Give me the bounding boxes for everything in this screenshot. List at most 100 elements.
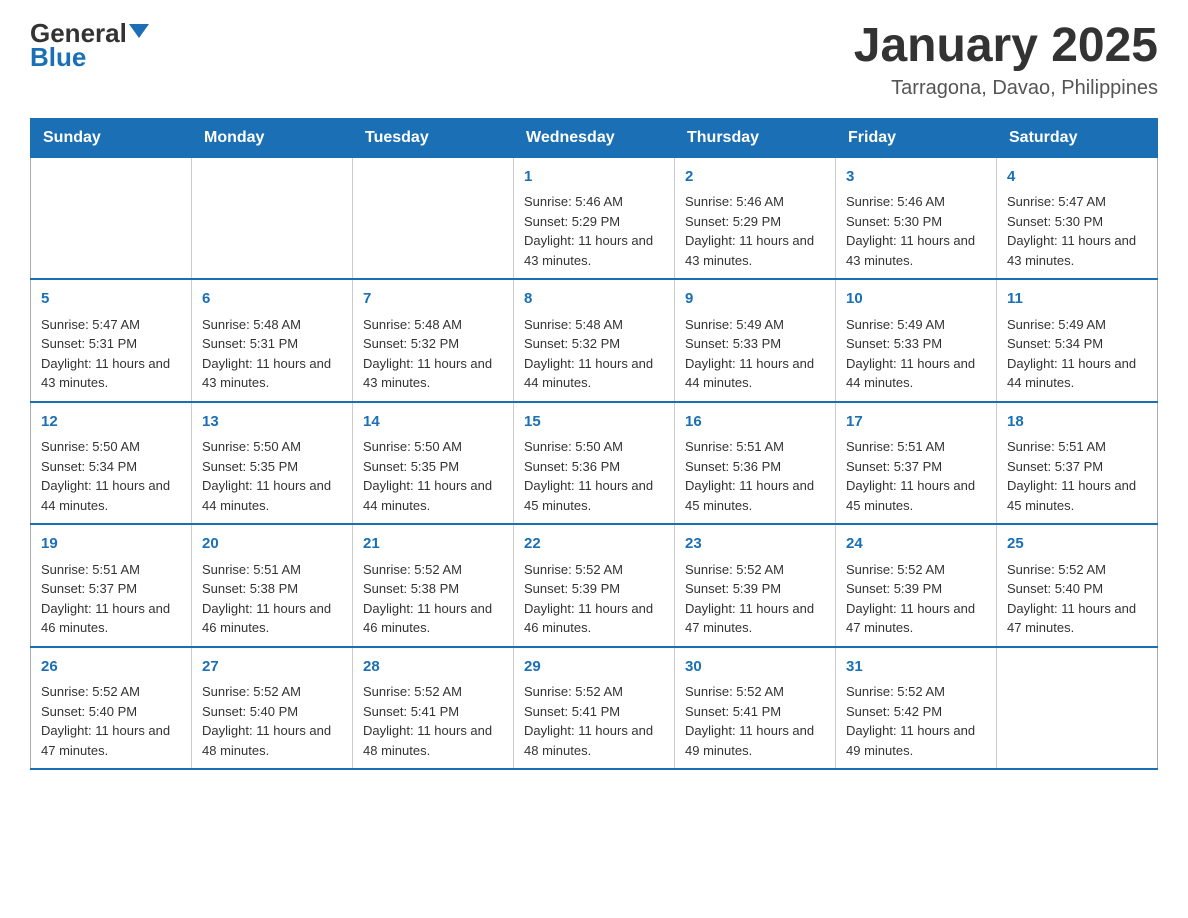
calendar-day-header: Thursday <box>675 118 836 157</box>
day-number: 7 <box>363 288 503 311</box>
day-number: 23 <box>685 533 825 556</box>
day-info: Sunrise: 5:50 AM Sunset: 5:35 PM Dayligh… <box>363 437 503 515</box>
calendar-cell: 1 Sunrise: 5:46 AM Sunset: 5:29 PM Daylig… <box>514 157 675 279</box>
day-number: 12 <box>41 411 181 434</box>
day-info: Sunrise: 5:50 AM Sunset: 5:35 PM Dayligh… <box>202 437 342 515</box>
day-info: Sunrise: 5:52 AM Sunset: 5:40 PM Dayligh… <box>41 682 181 760</box>
logo-triangle-icon <box>129 24 149 38</box>
calendar-day-header: Wednesday <box>514 118 675 157</box>
day-number: 6 <box>202 288 342 311</box>
day-number: 28 <box>363 656 503 679</box>
calendar-cell <box>31 157 192 279</box>
calendar-cell: 5 Sunrise: 5:47 AM Sunset: 5:31 PM Daylig… <box>31 279 192 402</box>
day-info: Sunrise: 5:51 AM Sunset: 5:37 PM Dayligh… <box>846 437 986 515</box>
day-info: Sunrise: 5:46 AM Sunset: 5:30 PM Dayligh… <box>846 192 986 270</box>
calendar-cell: 2 Sunrise: 5:46 AM Sunset: 5:29 PM Daylig… <box>675 157 836 279</box>
title-block: January 2025 Tarragona, Davao, Philippin… <box>854 20 1158 100</box>
day-info: Sunrise: 5:46 AM Sunset: 5:29 PM Dayligh… <box>685 192 825 270</box>
day-info: Sunrise: 5:52 AM Sunset: 5:38 PM Dayligh… <box>363 560 503 638</box>
calendar-cell: 21Sunrise: 5:52 AM Sunset: 5:38 PM Dayli… <box>353 524 514 647</box>
day-info: Sunrise: 5:51 AM Sunset: 5:38 PM Dayligh… <box>202 560 342 638</box>
calendar-cell: 19Sunrise: 5:51 AM Sunset: 5:37 PM Dayli… <box>31 524 192 647</box>
calendar-table: SundayMondayTuesdayWednesdayThursdayFrid… <box>30 118 1158 771</box>
day-number: 26 <box>41 656 181 679</box>
calendar-cell: 24Sunrise: 5:52 AM Sunset: 5:39 PM Dayli… <box>836 524 997 647</box>
calendar-day-header: Friday <box>836 118 997 157</box>
day-info: Sunrise: 5:52 AM Sunset: 5:41 PM Dayligh… <box>685 682 825 760</box>
day-info: Sunrise: 5:52 AM Sunset: 5:40 PM Dayligh… <box>202 682 342 760</box>
calendar-cell: 9 Sunrise: 5:49 AM Sunset: 5:33 PM Daylig… <box>675 279 836 402</box>
day-info: Sunrise: 5:47 AM Sunset: 5:30 PM Dayligh… <box>1007 192 1147 270</box>
day-number: 20 <box>202 533 342 556</box>
day-info: Sunrise: 5:52 AM Sunset: 5:39 PM Dayligh… <box>846 560 986 638</box>
day-number: 29 <box>524 656 664 679</box>
calendar-cell: 16 Sunrise: 5:51 AM Sunset: 5:36 PM Dayli… <box>675 402 836 525</box>
day-info: Sunrise: 5:51 AM Sunset: 5:37 PM Dayligh… <box>1007 437 1147 515</box>
calendar-week-row: 12Sunrise: 5:50 AM Sunset: 5:34 PM Dayli… <box>31 402 1158 525</box>
day-number: 11 <box>1007 288 1147 311</box>
calendar-cell: 22Sunrise: 5:52 AM Sunset: 5:39 PM Dayli… <box>514 524 675 647</box>
calendar-cell: 30 Sunrise: 5:52 AM Sunset: 5:41 PM Dayli… <box>675 647 836 770</box>
calendar-cell: 20 Sunrise: 5:51 AM Sunset: 5:38 PM Dayli… <box>192 524 353 647</box>
calendar-cell: 7 Sunrise: 5:48 AM Sunset: 5:32 PM Daylig… <box>353 279 514 402</box>
day-number: 9 <box>685 288 825 311</box>
subtitle: Tarragona, Davao, Philippines <box>854 77 1158 100</box>
calendar-day-header: Saturday <box>997 118 1158 157</box>
day-info: Sunrise: 5:52 AM Sunset: 5:42 PM Dayligh… <box>846 682 986 760</box>
day-info: Sunrise: 5:50 AM Sunset: 5:36 PM Dayligh… <box>524 437 664 515</box>
day-number: 10 <box>846 288 986 311</box>
calendar-cell: 28Sunrise: 5:52 AM Sunset: 5:41 PM Dayli… <box>353 647 514 770</box>
day-number: 15 <box>524 411 664 434</box>
day-number: 4 <box>1007 166 1147 189</box>
calendar-cell <box>192 157 353 279</box>
day-number: 16 <box>685 411 825 434</box>
calendar-cell: 17Sunrise: 5:51 AM Sunset: 5:37 PM Dayli… <box>836 402 997 525</box>
day-info: Sunrise: 5:48 AM Sunset: 5:32 PM Dayligh… <box>363 315 503 393</box>
day-number: 14 <box>363 411 503 434</box>
calendar-week-row: 1 Sunrise: 5:46 AM Sunset: 5:29 PM Daylig… <box>31 157 1158 279</box>
day-info: Sunrise: 5:48 AM Sunset: 5:32 PM Dayligh… <box>524 315 664 393</box>
logo-blue: Blue <box>30 42 86 73</box>
day-info: Sunrise: 5:52 AM Sunset: 5:41 PM Dayligh… <box>524 682 664 760</box>
day-number: 1 <box>524 166 664 189</box>
main-title: January 2025 <box>854 20 1158 73</box>
day-number: 13 <box>202 411 342 434</box>
day-number: 31 <box>846 656 986 679</box>
calendar-cell <box>997 647 1158 770</box>
calendar-cell: 23 Sunrise: 5:52 AM Sunset: 5:39 PM Dayli… <box>675 524 836 647</box>
day-number: 22 <box>524 533 664 556</box>
day-info: Sunrise: 5:51 AM Sunset: 5:37 PM Dayligh… <box>41 560 181 638</box>
day-number: 5 <box>41 288 181 311</box>
calendar-cell: 6 Sunrise: 5:48 AM Sunset: 5:31 PM Daylig… <box>192 279 353 402</box>
calendar-cell: 26 Sunrise: 5:52 AM Sunset: 5:40 PM Dayli… <box>31 647 192 770</box>
calendar-cell: 25Sunrise: 5:52 AM Sunset: 5:40 PM Dayli… <box>997 524 1158 647</box>
calendar-day-header: Sunday <box>31 118 192 157</box>
day-info: Sunrise: 5:47 AM Sunset: 5:31 PM Dayligh… <box>41 315 181 393</box>
calendar-week-row: 5 Sunrise: 5:47 AM Sunset: 5:31 PM Daylig… <box>31 279 1158 402</box>
day-number: 18 <box>1007 411 1147 434</box>
calendar-day-header: Monday <box>192 118 353 157</box>
calendar-cell: 14 Sunrise: 5:50 AM Sunset: 5:35 PM Dayli… <box>353 402 514 525</box>
calendar-cell: 27Sunrise: 5:52 AM Sunset: 5:40 PM Dayli… <box>192 647 353 770</box>
day-number: 2 <box>685 166 825 189</box>
calendar-header-row: SundayMondayTuesdayWednesdayThursdayFrid… <box>31 118 1158 157</box>
calendar-day-header: Tuesday <box>353 118 514 157</box>
calendar-cell: 12Sunrise: 5:50 AM Sunset: 5:34 PM Dayli… <box>31 402 192 525</box>
calendar-cell: 4 Sunrise: 5:47 AM Sunset: 5:30 PM Daylig… <box>997 157 1158 279</box>
calendar-cell: 15 Sunrise: 5:50 AM Sunset: 5:36 PM Dayli… <box>514 402 675 525</box>
page-header: General Blue January 2025 Tarragona, Dav… <box>30 20 1158 100</box>
calendar-cell <box>353 157 514 279</box>
day-info: Sunrise: 5:51 AM Sunset: 5:36 PM Dayligh… <box>685 437 825 515</box>
calendar-cell: 31 Sunrise: 5:52 AM Sunset: 5:42 PM Dayli… <box>836 647 997 770</box>
calendar-cell: 3 Sunrise: 5:46 AM Sunset: 5:30 PM Daylig… <box>836 157 997 279</box>
day-number: 25 <box>1007 533 1147 556</box>
day-info: Sunrise: 5:48 AM Sunset: 5:31 PM Dayligh… <box>202 315 342 393</box>
day-number: 3 <box>846 166 986 189</box>
day-info: Sunrise: 5:52 AM Sunset: 5:39 PM Dayligh… <box>685 560 825 638</box>
calendar-cell: 13 Sunrise: 5:50 AM Sunset: 5:35 PM Dayli… <box>192 402 353 525</box>
logo: General Blue <box>30 20 149 73</box>
day-info: Sunrise: 5:49 AM Sunset: 5:33 PM Dayligh… <box>685 315 825 393</box>
day-info: Sunrise: 5:46 AM Sunset: 5:29 PM Dayligh… <box>524 192 664 270</box>
calendar-cell: 11Sunrise: 5:49 AM Sunset: 5:34 PM Dayli… <box>997 279 1158 402</box>
day-number: 30 <box>685 656 825 679</box>
